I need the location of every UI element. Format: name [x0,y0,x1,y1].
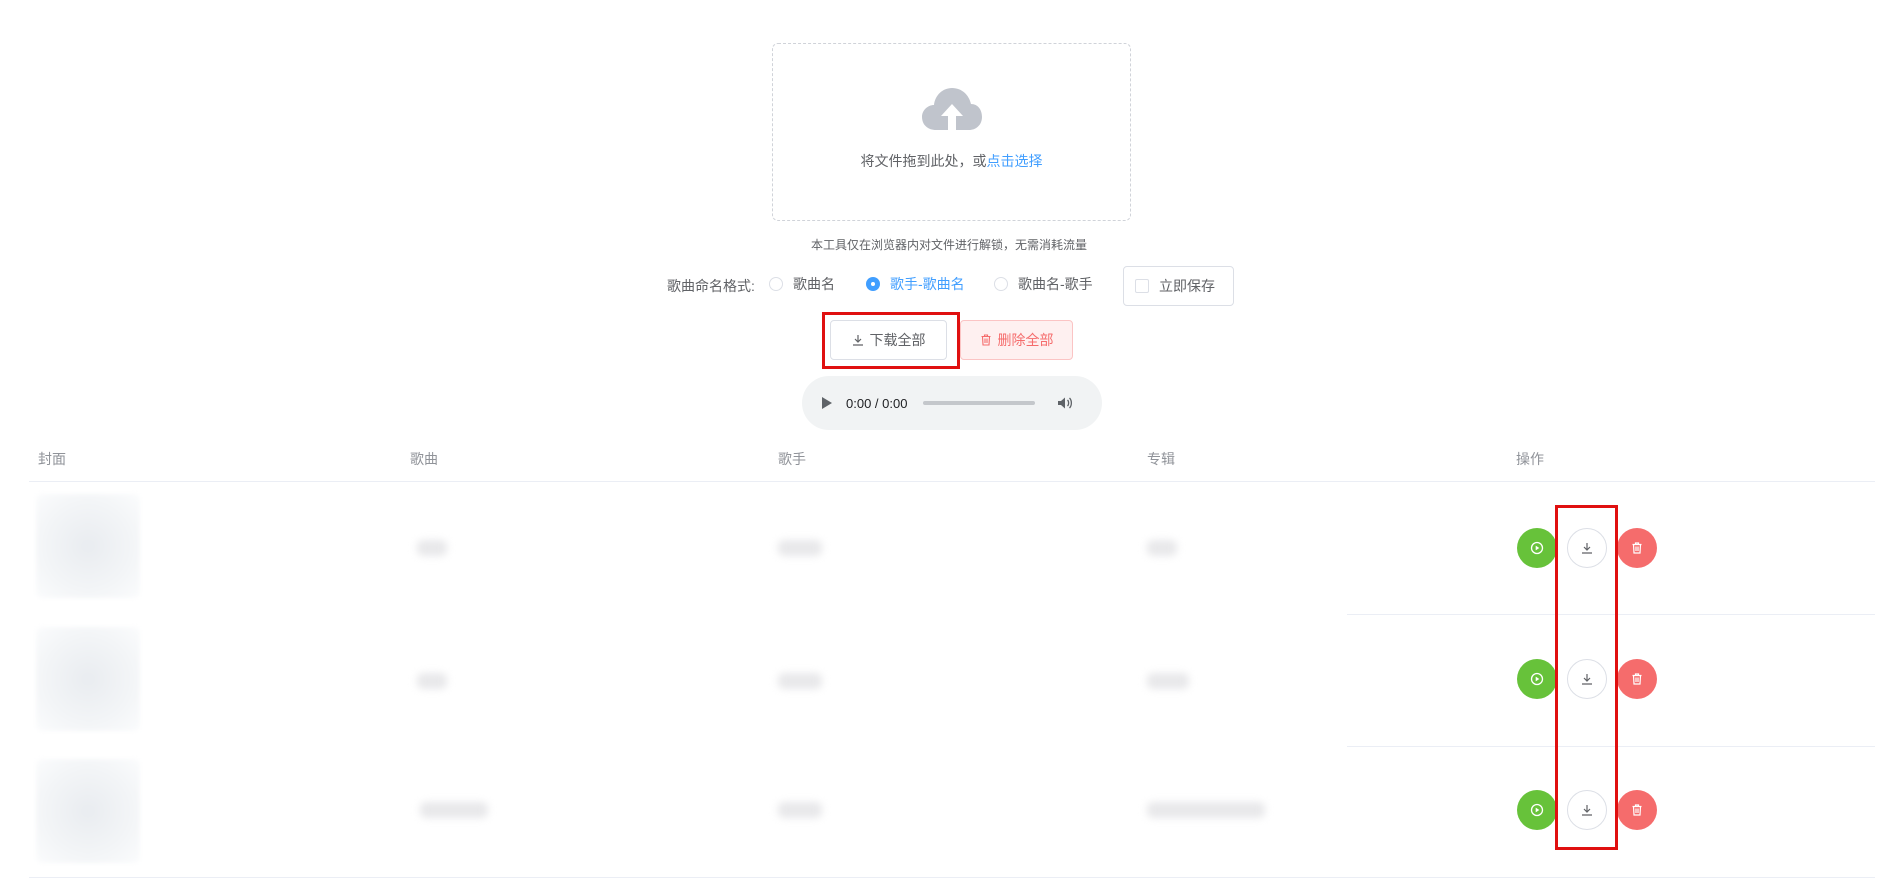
header-song: 歌曲 [410,451,438,467]
play-icon[interactable] [822,397,832,409]
save-now-checkbox[interactable]: 立即保存 [1123,266,1234,306]
delete-all-label: 删除全部 [997,332,1054,348]
player-time: 0:00 / 0:00 [846,395,908,411]
radio-dot [994,277,1008,291]
artist-name [778,802,822,818]
volume-icon[interactable] [1057,395,1073,411]
play-circle-icon [1530,803,1544,817]
radio-label: 歌手-歌曲名 [890,276,965,292]
play-button[interactable] [1517,659,1557,699]
click-select-link[interactable]: 点击选择 [987,153,1043,169]
cover-image [36,627,140,731]
table-row [0,615,1898,747]
song-title [417,673,447,689]
album-name [1147,802,1265,818]
delete-button[interactable] [1617,790,1657,830]
header-cover: 封面 [38,451,66,467]
audio-player: 0:00 / 0:00 [802,376,1102,430]
play-circle-icon [1530,541,1544,555]
upload-dropzone[interactable]: 将文件拖到此处，或点击选择 [772,43,1131,221]
table-row [0,482,1898,614]
save-now-label: 立即保存 [1159,278,1215,294]
play-button[interactable] [1517,528,1557,568]
cover-image [36,494,140,598]
naming-format-label: 歌曲命名格式: [667,278,755,294]
radio-label: 歌曲名-歌手 [1018,276,1093,292]
radio-artist-song-name[interactable]: 歌手-歌曲名 [866,272,965,296]
download-button[interactable] [1567,790,1607,830]
table-bottom-divider [29,877,1875,878]
download-icon [1582,805,1592,816]
song-title [420,802,488,818]
upload-tip: 本工具仅在浏览器内对文件进行解锁，无需消耗流量 [810,238,1087,252]
delete-button[interactable] [1617,659,1657,699]
radio-song-name[interactable]: 歌曲名 [769,272,835,296]
download-button[interactable] [1567,659,1607,699]
cover-image [36,759,140,863]
table-row [0,747,1898,877]
header-artist: 歌手 [778,451,806,467]
album-name [1147,540,1177,556]
download-icon [1582,543,1592,554]
artist-name [778,540,822,556]
radio-label: 歌曲名 [793,276,835,292]
artist-name [778,673,822,689]
player-progress-track[interactable] [923,401,1036,405]
download-icon [852,335,863,346]
trash-icon [1632,804,1642,816]
header-album: 专辑 [1147,451,1175,467]
download-all-button[interactable]: 下载全部 [830,320,947,360]
album-name [1147,673,1189,689]
checkbox-square [1135,279,1149,293]
trash-icon [1632,542,1642,554]
header-actions: 操作 [1516,451,1544,467]
cloud-upload-icon [922,88,982,130]
delete-button[interactable] [1617,528,1657,568]
radio-dot [866,277,880,291]
radio-dot [769,277,783,291]
trash-icon [1632,673,1642,685]
download-icon [1582,674,1592,685]
dropzone-hint: 将文件拖到此处，或 [860,153,987,169]
trash-icon [981,334,990,346]
play-button[interactable] [1517,790,1557,830]
radio-song-name-artist[interactable]: 歌曲名-歌手 [994,272,1093,296]
download-all-label: 下载全部 [869,332,926,348]
song-title [417,540,447,556]
play-circle-icon [1530,672,1544,686]
download-button[interactable] [1567,528,1607,568]
delete-all-button[interactable]: 删除全部 [960,320,1073,360]
dropzone-text: 将文件拖到此处，或点击选择 [773,151,1130,171]
